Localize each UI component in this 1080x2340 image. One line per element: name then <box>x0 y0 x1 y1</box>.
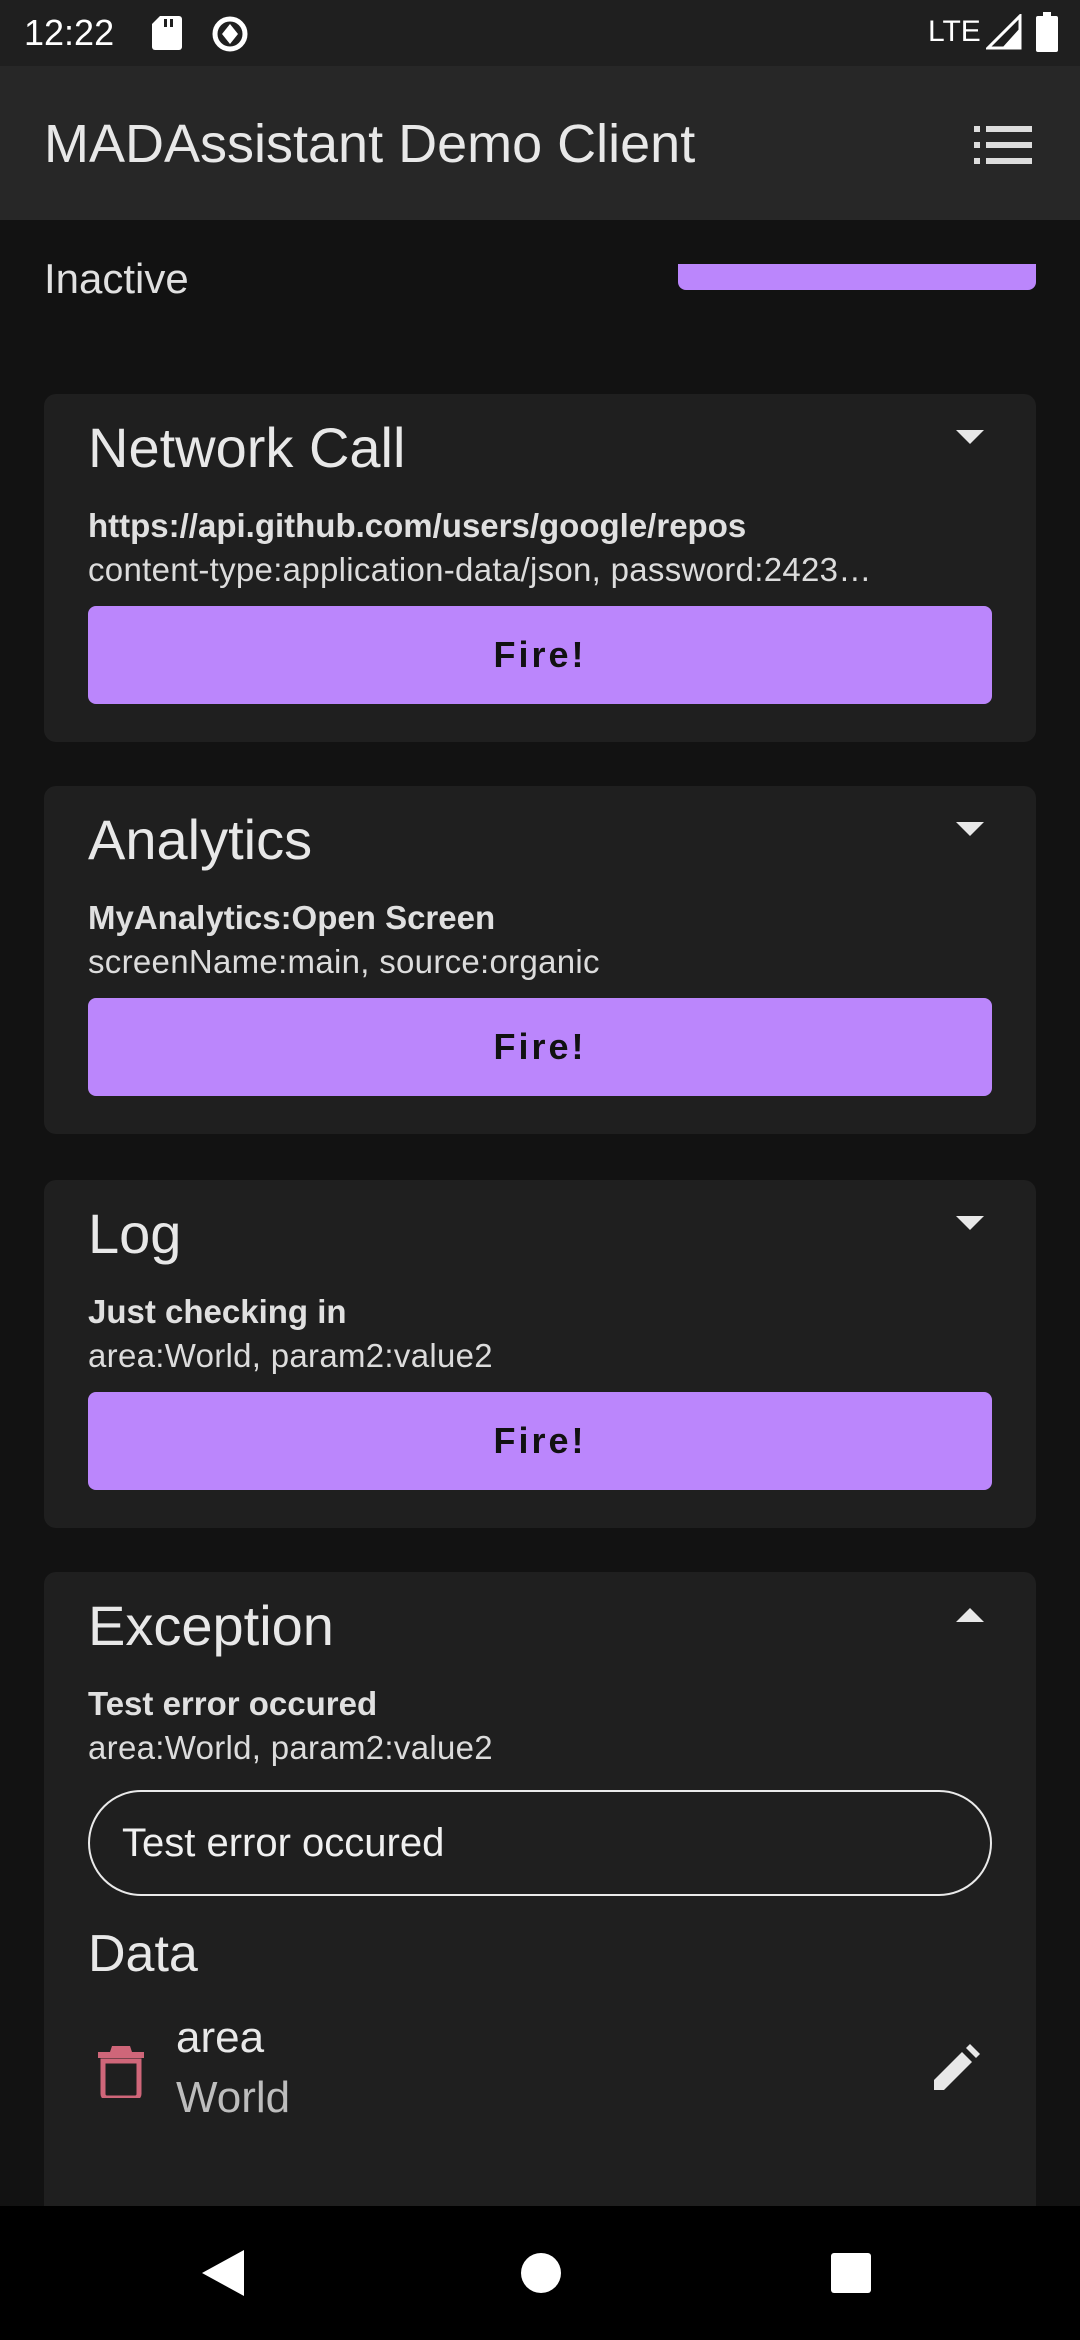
card-title: Analytics <box>88 808 313 871</box>
edit-icon[interactable] <box>930 2042 982 2094</box>
network-call-card: Network Call https://api.github.com/user… <box>44 394 1036 742</box>
chevron-down-icon[interactable] <box>948 414 992 458</box>
navigation-bar <box>0 2206 1080 2340</box>
error-message-input[interactable] <box>88 1790 992 1896</box>
delete-icon[interactable] <box>96 2044 146 2098</box>
card-subtitle: https://api.github.com/users/google/repo… <box>88 507 747 544</box>
card-title: Exception <box>88 1594 334 1657</box>
sync-icon <box>212 16 248 52</box>
card-title: Log <box>88 1202 182 1265</box>
chevron-up-icon[interactable] <box>948 1592 992 1636</box>
data-item-value: World <box>176 2073 291 2122</box>
fire-button[interactable]: Fire! <box>88 998 992 1096</box>
app-title: MADAssistant Demo Client <box>44 114 696 174</box>
card-params: area:World, param2:value2 <box>88 1729 493 1766</box>
fire-button[interactable]: Fire! <box>88 606 992 704</box>
network-type-label: LTE <box>928 15 981 48</box>
status-bar: 12:22 LTE <box>0 0 1080 66</box>
card-subtitle: Test error occured <box>88 1685 378 1722</box>
log-card: Log Just checking in area:World, param2:… <box>44 1180 1036 1528</box>
data-item-key: area <box>176 2013 265 2062</box>
home-icon[interactable] <box>520 2252 562 2294</box>
chevron-down-icon[interactable] <box>948 806 992 850</box>
menu-icon[interactable] <box>974 124 1032 166</box>
chevron-down-icon[interactable] <box>948 1200 992 1244</box>
sd-card-icon <box>152 16 182 50</box>
card-params: area:World, param2:value2 <box>88 1337 493 1374</box>
status-label: Inactive <box>44 255 189 302</box>
card-title: Network Call <box>88 416 406 479</box>
recents-icon[interactable] <box>830 2252 872 2294</box>
card-params: screenName:main, source:organic <box>88 943 600 980</box>
back-icon[interactable] <box>200 2248 246 2298</box>
status-time: 12:22 <box>24 12 115 53</box>
card-subtitle: MyAnalytics:Open Screen <box>88 899 496 936</box>
content-scroll-area[interactable]: Inactive Network Call https://api.github… <box>0 220 1080 2206</box>
exception-card: Exception Test error occured area:World,… <box>44 1572 1036 2206</box>
card-params: content-type:application-data/json, pass… <box>88 551 872 588</box>
battery-icon <box>1036 12 1058 52</box>
analytics-card: Analytics MyAnalytics:Open Screen screen… <box>44 786 1036 1134</box>
partial-button[interactable] <box>678 264 1036 290</box>
fire-button[interactable]: Fire! <box>88 1392 992 1490</box>
data-heading: Data <box>88 1925 198 1983</box>
app-bar: MADAssistant Demo Client <box>0 66 1080 220</box>
signal-icon <box>986 14 1022 50</box>
card-subtitle: Just checking in <box>88 1293 347 1330</box>
